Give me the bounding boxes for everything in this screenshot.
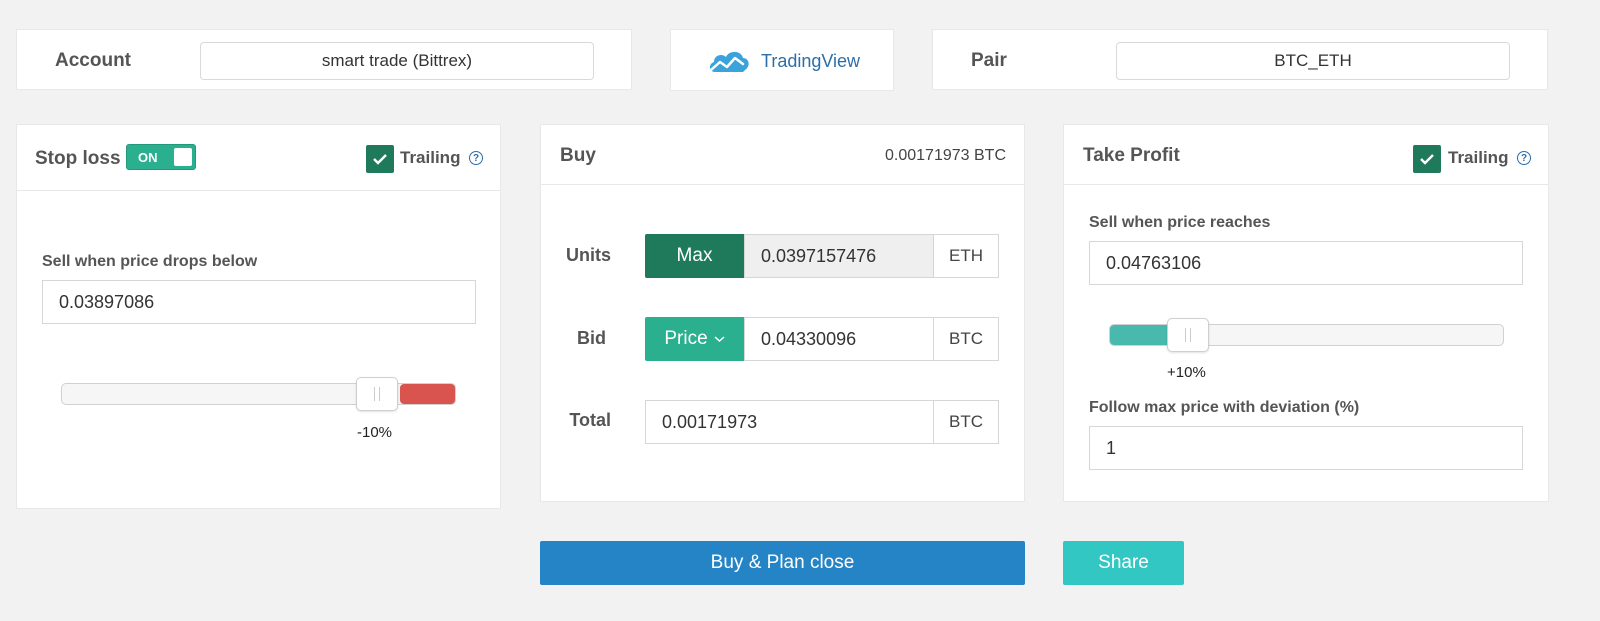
account-card: Account smart trade (Bittrex) [16,29,632,90]
units-input[interactable]: 0.0397157476 [744,234,934,278]
tradingview-link[interactable]: TradingView [707,48,860,74]
checkmark-icon [373,154,387,165]
tradingview-cloud-icon [709,51,749,72]
take-profit-trailing-label: Trailing [1448,148,1509,167]
stop-loss-title: Stop loss [35,148,121,169]
pair-card: Pair BTC_ETH [932,29,1548,90]
take-profit-panel: Take Profit Trailing ? Sell when price r… [1063,124,1549,502]
take-profit-slider-label: +10% [1167,364,1206,381]
stop-loss-price-input[interactable]: 0.03897086 [42,280,476,324]
checkmark-icon [1420,154,1434,165]
max-button[interactable]: Max [645,234,744,278]
deviation-input[interactable]: 1 [1089,426,1523,470]
help-icon[interactable]: ? [469,151,483,165]
help-icon[interactable]: ? [1517,151,1531,165]
stop-loss-slider-label: -10% [357,424,393,441]
share-button[interactable]: Share [1063,541,1184,585]
price-dropdown-button[interactable]: Price [645,317,744,361]
price-button-label: Price [664,328,708,349]
total-input[interactable]: 0.00171973 [645,400,934,444]
toggle-knob [174,148,192,166]
bid-input[interactable]: 0.04330096 [744,317,934,361]
bid-label: Bid [577,328,606,348]
take-profit-price-input[interactable]: 0.04763106 [1089,241,1523,285]
deviation-label: Follow max price with deviation (%) [1089,399,1360,416]
stop-loss-panel: Stop loss ON Trailing ? Sell when price … [16,124,501,509]
buy-total-btc: 0.00171973 BTC [885,147,1006,164]
stop-loss-slider-handle[interactable] [356,377,398,411]
account-select[interactable]: smart trade (Bittrex) [200,42,594,80]
units-unit: ETH [933,234,999,278]
stop-loss-trailing-checkbox[interactable] [366,145,394,173]
total-unit: BTC [933,400,999,444]
stop-loss-slider-fill [400,384,455,404]
buy-plan-close-button[interactable]: Buy & Plan close [540,541,1025,585]
take-profit-field-label: Sell when price reaches [1089,214,1271,231]
stop-loss-field-label: Sell when price drops below [42,253,258,270]
buy-title: Buy [560,145,596,166]
chevron-down-icon [714,336,725,343]
pair-label: Pair [971,50,1007,71]
units-label: Units [566,245,611,265]
take-profit-title: Take Profit [1083,145,1180,166]
stop-loss-trailing-label: Trailing [400,148,461,167]
take-profit-slider-fill [1110,325,1172,345]
total-label: Total [569,410,611,430]
take-profit-slider-handle[interactable] [1167,318,1209,352]
tradingview-label: TradingView [761,50,861,71]
account-label: Account [55,50,131,71]
buy-panel: Buy 0.00171973 BTC Units Max 0.039715747… [540,124,1025,502]
toggle-on-label: ON [138,150,158,165]
pair-select[interactable]: BTC_ETH [1116,42,1510,80]
take-profit-trailing-checkbox[interactable] [1413,145,1441,173]
tradingview-card[interactable]: TradingView [670,29,894,91]
bid-unit: BTC [933,317,999,361]
stop-loss-toggle[interactable]: ON [126,144,196,170]
